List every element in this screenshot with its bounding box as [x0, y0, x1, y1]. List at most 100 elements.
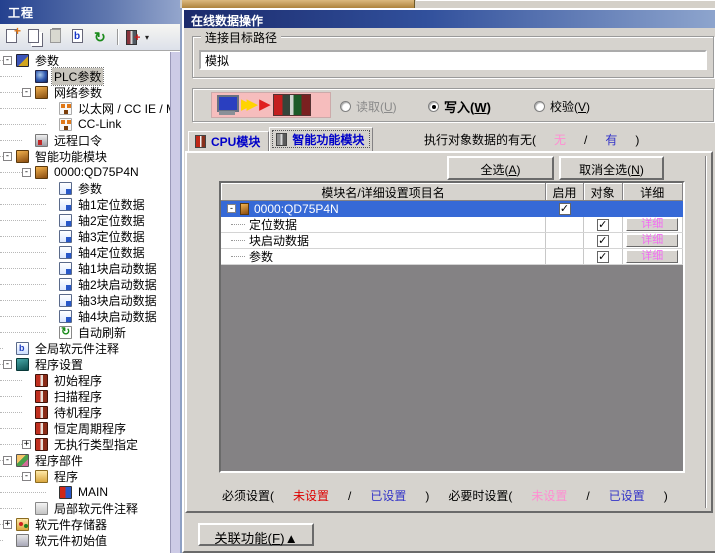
deselect-all-button[interactable]: 取消全选(N)	[559, 156, 664, 180]
detail-button[interactable]: 详细	[626, 234, 678, 247]
expand-icon[interactable]: +	[3, 520, 12, 529]
tree-item[interactable]: -CC-Link	[0, 116, 170, 132]
tree-item-label: 程序	[52, 468, 80, 485]
collapse-icon[interactable]: -	[3, 152, 12, 161]
column-header: 对象	[584, 183, 623, 201]
tree-item[interactable]: -0000:QD75P4N	[0, 164, 170, 180]
tree-item[interactable]: -全局软元件注释	[0, 340, 170, 356]
tab-cpu-module[interactable]: CPU模块	[188, 131, 269, 151]
project-panel-title[interactable]: 工程	[0, 0, 180, 24]
new-document-icon[interactable]	[4, 29, 22, 45]
tree-item[interactable]: -轴1块启动数据	[0, 260, 170, 276]
table-row[interactable]: 块启动数据✓详细	[221, 233, 683, 249]
module-icon	[16, 150, 29, 163]
target-checkbox[interactable]: ✓	[597, 219, 609, 231]
collapse-icon[interactable]: -	[3, 56, 12, 65]
table-row[interactable]: -0000:QD75P4N✓	[221, 201, 683, 217]
paste-icon[interactable]	[48, 29, 66, 45]
collapse-icon[interactable]: -	[3, 360, 12, 369]
tree-item[interactable]: -轴4定位数据	[0, 244, 170, 260]
collapse-icon[interactable]: -	[3, 456, 12, 465]
tree-item[interactable]: -轴3块启动数据	[0, 292, 170, 308]
tree-item[interactable]: - 程序	[0, 468, 170, 484]
required-not-set: 未设置	[293, 489, 329, 503]
intelligent-module-tab-panel: 全选(A) 取消全选(N) 模块名/详细设置项目名启用对象详细 -0000:QD…	[185, 151, 713, 513]
tree-item[interactable]: -自动刷新	[0, 324, 170, 340]
verify-radio[interactable]: 校验(V)	[534, 98, 590, 115]
copy-icon[interactable]	[26, 29, 44, 45]
collapse-icon[interactable]: -	[22, 472, 31, 481]
target-checkbox[interactable]: ✓	[597, 251, 609, 263]
enable-checkbox[interactable]: ✓	[559, 203, 571, 215]
detail-button[interactable]: 详细	[626, 250, 678, 263]
netparam-icon	[35, 86, 48, 99]
tree-item[interactable]: + 软元件存储器	[0, 516, 170, 532]
presence-slash: /	[584, 133, 587, 147]
tree-item-label: 软元件存储器	[33, 516, 109, 533]
datadoc-icon	[59, 246, 72, 259]
collapse-icon[interactable]: -	[22, 88, 31, 97]
tree-item-label: PLC参数	[52, 68, 103, 85]
detail-button[interactable]: 详细	[626, 218, 678, 231]
pou-icon	[16, 454, 29, 467]
tree-item[interactable]: -轴4块启动数据	[0, 308, 170, 324]
mode-radio-group: 读取(U) 写入(W) 校验(V)	[340, 89, 709, 121]
tree-item[interactable]: -以太网 / CC IE / MEL	[0, 100, 170, 116]
tree-item[interactable]: -远程口令	[0, 132, 170, 148]
tree-item[interactable]: -轴3定位数据	[0, 228, 170, 244]
tree-item[interactable]: -轴2块启动数据	[0, 276, 170, 292]
item-name: 参数	[249, 249, 273, 264]
item-name: 定位数据	[249, 217, 297, 232]
optional-label: 必要时设置(	[448, 489, 512, 503]
read-radio[interactable]: 读取(U)	[340, 98, 397, 115]
tree-item[interactable]: -PLC参数	[0, 68, 170, 84]
tree-item-label: 软元件初始值	[33, 532, 109, 549]
tree-scrollbar[interactable]	[170, 52, 180, 553]
tree-item[interactable]: -恒定周期程序	[0, 420, 170, 436]
document-info-icon[interactable]	[70, 29, 88, 45]
collapse-icon[interactable]: -	[227, 204, 236, 213]
tree-item[interactable]: +无执行类型指定	[0, 436, 170, 452]
tree-item[interactable]: -初始程序	[0, 372, 170, 388]
related-functions-button[interactable]: 关联功能(F)▲	[198, 523, 314, 546]
table-row[interactable]: 参数 ✓ 详细	[221, 249, 683, 265]
target-checkbox[interactable]: ✓	[597, 235, 609, 247]
tree-item-label: 恒定周期程序	[52, 420, 128, 437]
tree-item[interactable]: - 参数	[0, 52, 170, 68]
write-radio[interactable]: 写入(W)	[428, 97, 491, 116]
tree-item[interactable]: -局部软元件注释	[0, 500, 170, 516]
tab-intelligent-module[interactable]: 智能功能模块	[269, 127, 373, 151]
tree-item[interactable]: -扫描程序	[0, 388, 170, 404]
tree-item[interactable]: -MAIN	[0, 484, 170, 500]
dropdown-caret-icon[interactable]: ▾	[145, 33, 149, 42]
select-all-button[interactable]: 全选(A)	[447, 156, 554, 180]
radio-circle-icon	[534, 101, 545, 112]
folder-icon	[35, 470, 48, 483]
module-icon	[240, 203, 249, 215]
connection-path-input[interactable]	[199, 50, 707, 70]
tree-item-label: 网络参数	[52, 84, 104, 101]
tree-item[interactable]: -程序设置	[0, 356, 170, 372]
module-dropdown-icon[interactable]	[125, 29, 143, 45]
tree-item[interactable]: -参数	[0, 180, 170, 196]
tree-item[interactable]: -待机程序	[0, 404, 170, 420]
tree-item[interactable]: -轴1定位数据	[0, 196, 170, 212]
optional-not-set: 未设置	[531, 489, 567, 503]
refresh-icon[interactable]	[92, 29, 110, 45]
close-paren: )	[664, 489, 668, 503]
table-row[interactable]: 定位数据 ✓ 详细	[221, 217, 683, 233]
datadoc-icon	[59, 214, 72, 227]
tree-item[interactable]: -软元件初始值	[0, 532, 170, 548]
tree-item-label: 参数	[33, 52, 61, 69]
tree-item[interactable]: -智能功能模块	[0, 148, 170, 164]
tree-item[interactable]: -程序部件	[0, 452, 170, 468]
collapse-icon[interactable]: -	[22, 168, 31, 177]
project-toolbar: ▾	[0, 24, 180, 51]
tree-item[interactable]: -轴2定位数据	[0, 212, 170, 228]
expand-icon[interactable]: +	[22, 440, 31, 449]
tree-item[interactable]: - 网络参数	[0, 84, 170, 100]
tree-item-label: 参数	[76, 180, 104, 197]
project-tree: -参数-PLC参数-网络参数-以太网 / CC IE / MEL-CC-Link…	[0, 52, 170, 548]
dialog-titlebar[interactable]: 在线数据操作	[184, 10, 715, 28]
comment-icon	[16, 342, 29, 355]
